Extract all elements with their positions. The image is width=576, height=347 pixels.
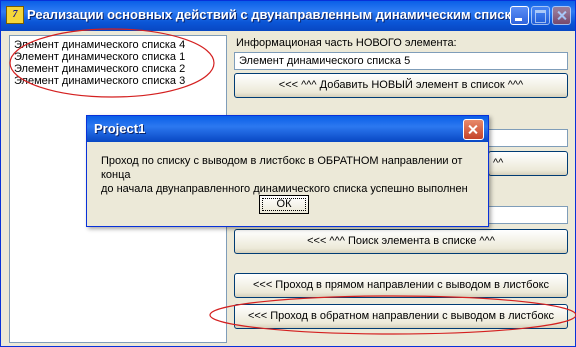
minimize-button[interactable] bbox=[510, 6, 529, 25]
close-button[interactable] bbox=[552, 6, 571, 25]
message-dialog: Project1 Проход по списку с выводом в ли… bbox=[86, 115, 489, 227]
dialog-message-line: Проход по списку с выводом в листбокс в … bbox=[101, 155, 463, 181]
list-item[interactable]: Элемент динамического списка 2 bbox=[10, 63, 226, 75]
app-icon: 7 bbox=[6, 6, 24, 24]
ok-button[interactable]: ОК bbox=[259, 195, 309, 214]
dialog-message-line: до начала двунаправленного динамического… bbox=[101, 183, 468, 195]
list-item[interactable]: Элемент динамического списка 3 bbox=[10, 75, 226, 87]
dialog-message: Проход по списку с выводом в листбокс в … bbox=[101, 154, 481, 196]
dialog-close-button[interactable] bbox=[463, 119, 484, 140]
list-item[interactable]: Элемент динамического списка 4 bbox=[10, 39, 226, 51]
info-label: Информационая часть НОВОГО элемента: bbox=[236, 37, 457, 49]
maximize-button[interactable] bbox=[531, 6, 550, 25]
info-input[interactable]: Элемент динамического списка 5 bbox=[234, 52, 568, 70]
add-element-button[interactable]: <<< ^^^ Добавить НОВЫЙ элемент в список … bbox=[234, 73, 568, 98]
backward-traverse-button[interactable]: <<< Проход в обратном направлении с выво… bbox=[234, 304, 568, 329]
window-title: Реализации основных действий с двунаправ… bbox=[27, 7, 529, 22]
dialog-title: Project1 bbox=[94, 121, 146, 136]
dialog-title-bar[interactable]: Project1 bbox=[87, 116, 488, 142]
list-item[interactable]: Элемент динамического списка 1 bbox=[10, 51, 226, 63]
search-button[interactable]: <<< ^^^ Поиск элемента в списке ^^^ bbox=[234, 229, 568, 254]
forward-traverse-button[interactable]: <<< Проход в прямом направлении с выводо… bbox=[234, 273, 568, 298]
partial-button[interactable]: ^^ bbox=[488, 151, 568, 176]
title-bar[interactable]: 7 Реализации основных действий с двунапр… bbox=[1, 1, 575, 31]
partial-input-1[interactable] bbox=[488, 129, 568, 147]
partial-input-2[interactable] bbox=[488, 206, 568, 224]
